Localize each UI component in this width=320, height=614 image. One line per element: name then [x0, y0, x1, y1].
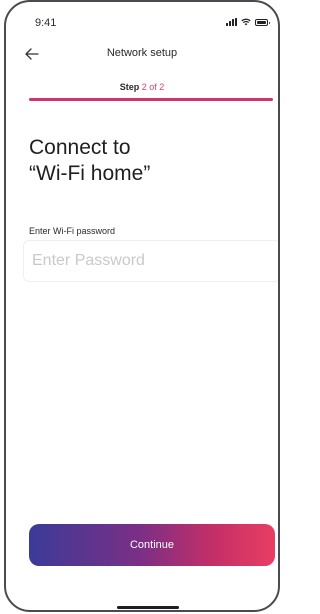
heading-line-1: Connect to [29, 136, 131, 159]
status-icons [226, 18, 270, 26]
continue-button[interactable]: Continue [29, 524, 275, 566]
status-bar: 9:41 [6, 2, 278, 32]
heading-line-2: “Wi-Fi home” [29, 162, 151, 185]
progress-bar [29, 98, 273, 101]
step-prefix: Step [119, 82, 140, 92]
progress-fill [29, 98, 273, 101]
page-title: Network setup [106, 47, 178, 59]
password-input[interactable] [23, 240, 278, 282]
phone-frame: 9:41 Network setup Step 2 of 2 Connect t… [4, 0, 280, 612]
nav-bar: Network setup [6, 42, 278, 66]
step-current: 2 of 2 [141, 82, 165, 92]
home-indicator [117, 606, 179, 609]
connect-heading: Connect to “Wi-Fi home” [29, 135, 269, 187]
signal-icon [226, 18, 237, 26]
step-indicator: Step 2 of 2 [6, 82, 278, 92]
battery-icon [255, 19, 270, 26]
status-time: 9:41 [35, 17, 57, 29]
password-label: Enter Wi-Fi password [29, 226, 116, 236]
wifi-icon [241, 18, 251, 26]
